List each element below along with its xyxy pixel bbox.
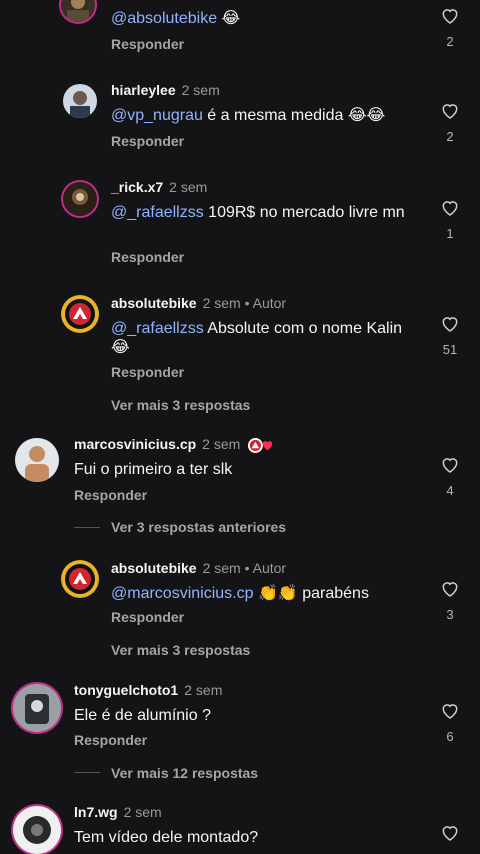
username[interactable]: ln7.wg: [74, 804, 118, 820]
like-button[interactable]: 4: [438, 455, 462, 498]
view-more-replies[interactable]: Ver mais 3 respostas: [111, 397, 250, 413]
username[interactable]: absolutebike: [111, 560, 197, 576]
timestamp: 2 sem: [202, 295, 241, 311]
comment-header: marcosvinicius.cp 2 sem: [74, 436, 275, 454]
heart-outline-icon: [442, 317, 458, 332]
comment-text: @absolutebike 😂: [111, 10, 241, 27]
comment-text: @marcosvinicius.cp 👏👏 parabéns: [111, 585, 369, 602]
avatar[interactable]: [15, 438, 59, 482]
avatar[interactable]: [63, 182, 97, 216]
comment-text: @_rafaellzss 109R$ no mercado livre mn: [111, 204, 405, 221]
comment-header: hiarleylee 2 sem: [111, 82, 220, 98]
mention-link[interactable]: @_rafaellzss: [111, 204, 204, 221]
divider-line: [74, 772, 100, 773]
heart-outline-icon: [442, 458, 458, 473]
username[interactable]: tonyguelchoto1: [74, 682, 178, 698]
reply-button[interactable]: Responder: [111, 36, 184, 52]
like-count: 1: [446, 226, 454, 241]
timestamp: 2 sem: [181, 82, 220, 98]
comment-header: absolutebike 2 sem • Autor: [111, 560, 286, 576]
avatar[interactable]: [63, 84, 97, 118]
heart-outline-icon: [442, 104, 458, 119]
view-more-replies[interactable]: Ver mais 12 respostas: [111, 765, 258, 781]
comment-text: Fui o primeiro a ter slk: [74, 461, 233, 478]
comment-header: absolutebike 2 sem • Autor: [111, 295, 286, 311]
username[interactable]: absolutebike: [111, 295, 197, 311]
mention-link[interactable]: @vp_nugrau: [111, 107, 203, 124]
heart-outline-icon: [442, 704, 458, 719]
author-label: • Autor: [240, 560, 287, 576]
like-button[interactable]: 3: [438, 579, 462, 622]
reply-button[interactable]: Responder: [111, 249, 184, 265]
avatar[interactable]: [61, 295, 99, 333]
like-count: 51: [442, 342, 458, 357]
comment-header: _rick.x7 2 sem: [111, 179, 207, 195]
like-count: 6: [446, 729, 454, 744]
timestamp: 2 sem: [202, 560, 241, 576]
mention-link[interactable]: @_rafaellzss: [111, 320, 204, 337]
username[interactable]: marcosvinicius.cp: [74, 436, 196, 452]
mention-link[interactable]: @absolutebike: [111, 10, 217, 27]
timestamp: 2 sem: [202, 436, 241, 452]
comment-text: Tem vídeo dele montado?: [74, 829, 259, 846]
heart-outline-icon: [442, 201, 458, 216]
comment-header: ln7.wg 2 sem: [74, 804, 162, 820]
like-count: 2: [446, 129, 454, 144]
like-button[interactable]: 2: [438, 6, 462, 49]
like-button[interactable]: 51: [438, 314, 462, 357]
comment-text: Ele é de alumínio ?: [74, 707, 211, 724]
reply-button[interactable]: Responder: [111, 364, 184, 380]
reply-button[interactable]: Responder: [111, 609, 184, 625]
username[interactable]: hiarleylee: [111, 82, 176, 98]
mention-link[interactable]: @marcosvinicius.cp: [111, 585, 254, 602]
like-button[interactable]: [438, 823, 462, 842]
like-count: 2: [446, 34, 454, 49]
heart-outline-icon: [442, 582, 458, 597]
like-count: 4: [446, 483, 454, 498]
divider-line: [74, 527, 100, 528]
username[interactable]: _rick.x7: [111, 179, 163, 195]
comment-text: @vp_nugrau é a mesma medida 😂😂: [111, 107, 386, 124]
author-label: • Autor: [240, 295, 287, 311]
comment-text: @_rafaellzss Absolute com o nome Kalin 😂: [111, 320, 403, 356]
comment-header: tonyguelchoto1 2 sem: [74, 682, 222, 698]
reply-button[interactable]: Responder: [74, 732, 147, 748]
reply-button[interactable]: Responder: [74, 487, 147, 503]
absolute-logo: [61, 295, 99, 333]
avatar[interactable]: [13, 684, 61, 732]
avatar[interactable]: [13, 806, 61, 854]
like-button[interactable]: 1: [438, 198, 462, 241]
timestamp: 2 sem: [184, 682, 223, 698]
like-count: 3: [446, 607, 454, 622]
view-previous-replies[interactable]: Ver 3 respostas anteriores: [111, 519, 286, 535]
avatar[interactable]: [61, 0, 95, 22]
heart-outline-icon: [442, 826, 458, 841]
timestamp: 2 sem: [123, 804, 162, 820]
author-liked-icon: [248, 437, 273, 453]
like-button[interactable]: 2: [438, 101, 462, 144]
like-button[interactable]: 6: [438, 701, 462, 744]
heart-outline-icon: [442, 9, 458, 24]
timestamp: 2 sem: [169, 179, 208, 195]
avatar[interactable]: [61, 560, 99, 598]
absolute-logo: [61, 560, 99, 598]
view-more-replies[interactable]: Ver mais 3 respostas: [111, 642, 250, 658]
reply-button[interactable]: Responder: [111, 133, 184, 149]
